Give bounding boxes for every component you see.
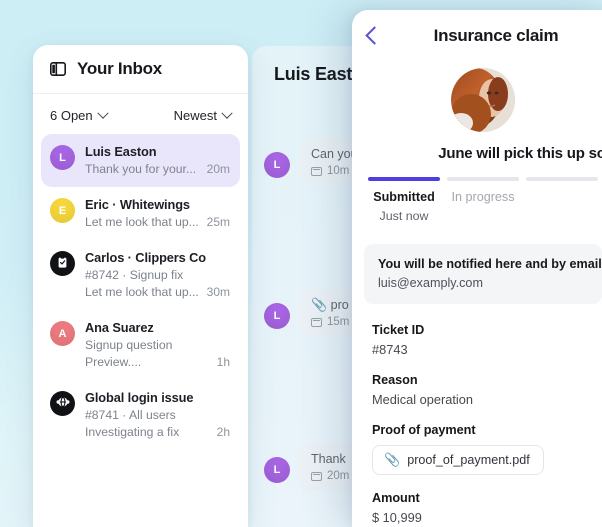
list-item-time: 20m xyxy=(206,162,230,176)
list-item-preview: Thank you for your... xyxy=(85,162,197,176)
list-item[interactable]: L Luis Easton Thank you for your... 20m xyxy=(41,134,240,187)
stepper-step-third[interactable] xyxy=(526,177,598,223)
list-item-ticket: #8742 · Signup fix xyxy=(85,268,184,282)
notice-email: luis@examply.com xyxy=(378,275,483,290)
inbox-filter-bar: 6 Open Newest xyxy=(33,94,248,134)
list-item-name: Ana Suarez xyxy=(85,320,154,335)
status-stepper: Submitted Just now In progress xyxy=(352,162,602,223)
paperclip-icon: 📎 xyxy=(384,452,401,467)
message-avatar: L xyxy=(264,457,290,483)
clipboard-icon xyxy=(55,255,70,273)
list-item-ticket: Signup question xyxy=(85,338,173,352)
field-value: $ 10,999 xyxy=(372,509,422,525)
list-item[interactable]: A Ana Suarez Signup question Preview....… xyxy=(41,310,240,380)
message-time: 20m xyxy=(327,470,350,482)
assignee-avatar-wrap xyxy=(352,68,602,132)
field-label: Proof of payment xyxy=(372,422,476,437)
field-ticket-id: Ticket ID #8743 xyxy=(372,323,594,357)
field-value: #8743 xyxy=(372,341,408,357)
notification-notice: You will be notified here and by email l… xyxy=(364,243,602,304)
list-item-time: 25m xyxy=(206,215,230,229)
list-item[interactable]: Global login issue #8741 · All users Inv… xyxy=(41,380,240,450)
chevron-down-icon xyxy=(96,107,109,119)
message-text-label: pro xyxy=(330,298,349,312)
message-time: 10m xyxy=(327,165,350,177)
message-avatar: L xyxy=(264,152,290,178)
list-item-name: Eric · Whitewings xyxy=(85,197,190,212)
assignee-avatar xyxy=(451,68,515,132)
field-label: Ticket ID xyxy=(372,322,425,337)
stepper-time: Just now xyxy=(379,208,429,223)
assignment-text: June will pick this up so xyxy=(438,145,602,162)
paperclip-icon: 📎 xyxy=(311,297,328,312)
stepper-label: Submitted xyxy=(373,189,435,204)
status-filter-label: 6 Open xyxy=(50,108,93,123)
message-time: 15m xyxy=(327,316,350,328)
sort-filter-label: Newest xyxy=(173,108,217,123)
message-note-icon xyxy=(311,471,322,481)
list-item-preview: Let me look that up... xyxy=(85,285,199,299)
list-item-ticket: #8741 · All users xyxy=(85,408,176,422)
message-note-icon xyxy=(311,317,322,327)
avatar: E xyxy=(50,198,75,223)
avatar: L xyxy=(50,145,75,170)
stepper-bar xyxy=(526,177,598,181)
chevron-down-icon xyxy=(221,107,233,119)
stepper-bar xyxy=(447,177,519,181)
detail-header: Insurance claim xyxy=(352,10,602,62)
list-item-preview: Investigating a fix xyxy=(85,425,180,439)
list-item-body: Global login issue #8741 · All users Inv… xyxy=(85,390,231,439)
inbox-header: Your Inbox xyxy=(33,45,248,94)
sidebar-panel-icon[interactable] xyxy=(50,62,66,76)
field-label: Amount xyxy=(372,490,420,505)
avatar xyxy=(50,251,75,276)
detail-fields: Ticket ID #8743 Reason Medical operation… xyxy=(352,304,602,525)
list-item-name: Carlos · Clippers Co xyxy=(85,250,207,265)
file-name: proof_of_payment.pdf xyxy=(407,452,530,467)
stepper-label: In progress xyxy=(451,189,515,204)
app-screenshot: Luis Easton L Can you 10m L 📎 pro 15m L … xyxy=(0,0,602,527)
list-item-name: Luis Easton xyxy=(85,144,157,159)
status-filter-dropdown[interactable]: 6 Open xyxy=(50,107,109,123)
list-item-body: Ana Suarez Signup question Preview.... xyxy=(85,320,231,369)
notice-headline: You will be notified here and by email xyxy=(378,256,602,271)
list-item[interactable]: E Eric · Whitewings Let me look that up.… xyxy=(41,187,240,240)
message-avatar: L xyxy=(264,303,290,329)
list-item-preview: Let me look that up... xyxy=(85,215,199,229)
field-amount: Amount $ 10,999 xyxy=(372,491,594,525)
list-item-time: 2h xyxy=(216,425,230,439)
file-attachment-chip[interactable]: 📎 proof_of_payment.pdf xyxy=(372,444,544,475)
list-item-preview: Preview.... xyxy=(85,355,142,369)
page-title: Your Inbox xyxy=(77,59,163,78)
stepper-bar xyxy=(368,177,440,181)
message-note-icon xyxy=(311,166,322,176)
list-item[interactable]: Carlos · Clippers Co #8742 · Signup fix … xyxy=(41,240,240,310)
inbox-panel: Your Inbox 6 Open Newest L Luis Easton T… xyxy=(33,45,248,527)
avatar xyxy=(50,391,75,416)
inbox-list: L Luis Easton Thank you for your... 20m … xyxy=(33,134,248,450)
sort-filter-dropdown[interactable]: Newest xyxy=(173,107,233,123)
field-proof-of-payment: Proof of payment 📎 proof_of_payment.pdf xyxy=(372,423,594,475)
list-item-time: 1h xyxy=(216,355,230,369)
detail-panel: Insurance claim June will pick this up s… xyxy=(352,10,602,527)
field-value: Medical operation xyxy=(372,391,474,407)
avatar: A xyxy=(50,321,75,346)
field-label: Reason xyxy=(372,372,418,387)
field-reason: Reason Medical operation xyxy=(372,373,594,407)
globe-network-icon xyxy=(55,394,71,413)
stepper-step-in-progress[interactable]: In progress xyxy=(447,177,519,223)
stepper-step-submitted[interactable]: Submitted Just now xyxy=(368,177,440,223)
detail-title: Insurance claim xyxy=(433,26,559,45)
list-item-name: Global login issue xyxy=(85,390,194,405)
list-item-time: 30m xyxy=(206,285,230,299)
